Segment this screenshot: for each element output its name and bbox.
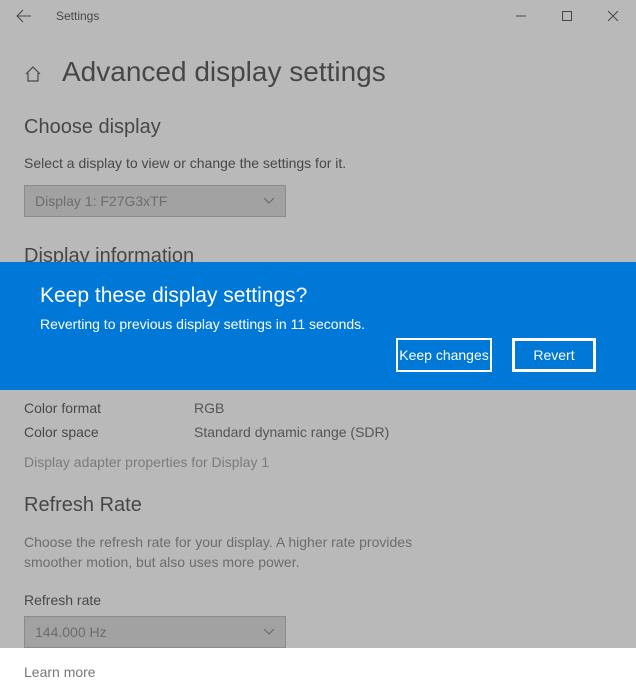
dialog-message: Reverting to previous display settings i… [40,316,596,332]
settings-window: Settings Advanced display settings Choos… [0,0,636,648]
dialog-title: Keep these display settings? [40,284,596,308]
keep-settings-dialog: Keep these display settings? Reverting t… [0,262,636,390]
keep-changes-button[interactable]: Keep changes [396,338,492,372]
learn-more-link[interactable]: Learn more [24,664,612,680]
dialog-buttons: Keep changes Revert [396,338,596,372]
revert-button[interactable]: Revert [512,338,596,372]
